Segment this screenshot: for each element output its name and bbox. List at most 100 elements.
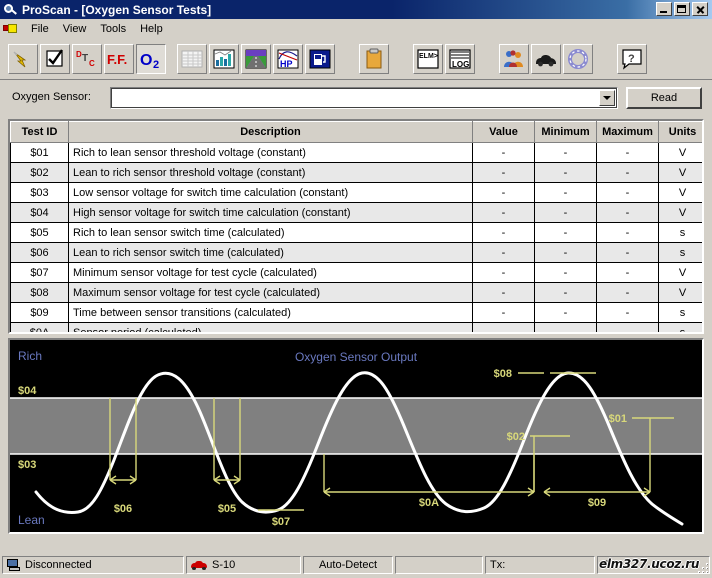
quick-test-button[interactable] <box>8 44 38 74</box>
data-table-button[interactable] <box>177 44 207 74</box>
cell-minimum: - <box>534 282 597 303</box>
cell-description: Sensor period (calculated) <box>68 322 473 332</box>
minimize-button[interactable] <box>656 2 672 16</box>
table-row[interactable]: $03 Low sensor voltage for switch time ca… <box>10 182 702 203</box>
resize-grip-icon[interactable] <box>696 560 710 574</box>
dashboard-road-icon <box>245 49 267 69</box>
cell-value: - <box>472 282 535 303</box>
cell-units: V <box>658 262 702 283</box>
freeze-frame-button[interactable]: F.F. <box>104 44 134 74</box>
menu-item-tools[interactable]: Tools <box>93 21 133 37</box>
table-row[interactable]: $09 Time between sensor transitions (calc… <box>10 302 702 323</box>
clipboard-icon <box>366 48 382 69</box>
cell-units: V <box>658 202 702 223</box>
cell-units: s <box>658 222 702 243</box>
table-row[interactable]: $0A Sensor period (calculated) - - - s <box>10 322 702 332</box>
menu-item-help[interactable]: Help <box>133 21 170 37</box>
table-row[interactable]: $07 Minimum sensor voltage for test cycle… <box>10 262 702 283</box>
elm-terminal-icon: ELM> <box>417 49 439 69</box>
oxygen-sensor-input[interactable] <box>114 91 597 105</box>
status-vehicle-text: S-10 <box>212 559 236 571</box>
cell-value: - <box>472 162 535 183</box>
oxygen-sensor-button[interactable]: O 2 <box>136 44 166 74</box>
column-header-value[interactable]: Value <box>472 121 535 143</box>
table-row[interactable]: $08 Maximum sensor voltage for test cycle… <box>10 282 702 303</box>
dtc-button[interactable]: D T C <box>72 44 102 74</box>
log-button[interactable]: LOG <box>445 44 475 74</box>
column-header-minimum[interactable]: Minimum <box>534 121 597 143</box>
cell-maximum: - <box>596 302 659 323</box>
mdi-window-icon[interactable] <box>3 22 19 36</box>
read-button[interactable]: Read <box>626 87 702 109</box>
oxygen-sensor-output-graph[interactable]: Rich Lean Oxygen Sensor Output $04 $03 $… <box>8 338 704 534</box>
menu-item-view[interactable]: View <box>56 21 94 37</box>
cell-units: V <box>658 182 702 203</box>
table-row[interactable]: $01 Rich to lean sensor threshold voltage… <box>10 142 702 163</box>
table-row[interactable]: $05 Rich to lean sensor switch time (calc… <box>10 222 702 243</box>
cell-units: s <box>658 242 702 263</box>
column-header-description[interactable]: Description <box>68 121 473 143</box>
vehicle-button[interactable] <box>531 44 561 74</box>
annotation-label-09: $09 <box>588 497 606 509</box>
readiness-check-button[interactable] <box>40 44 70 74</box>
table-row[interactable]: $04 High sensor voltage for switch time c… <box>10 202 702 223</box>
help-icon: ? <box>622 49 642 70</box>
status-blank <box>395 556 483 574</box>
cell-units: V <box>658 162 702 183</box>
bar-chart-icon <box>213 49 235 69</box>
elm-terminal-button[interactable]: ELM> <box>413 44 443 74</box>
fuel-economy-button[interactable] <box>305 44 335 74</box>
column-header-maximum[interactable]: Maximum <box>596 121 659 143</box>
freeze-frame-icon: F.F. <box>107 52 127 67</box>
bar-chart-button[interactable] <box>209 44 239 74</box>
graph-lean-label: Lean <box>18 513 45 527</box>
status-connection: Disconnected <box>2 556 184 574</box>
table-header-row: Test ID Description Value Minimum Maximu… <box>10 121 702 143</box>
graph-canvas: Rich Lean Oxygen Sensor Output $04 $03 $… <box>10 340 702 532</box>
table-row[interactable]: $06 Lean to rich sensor switch time (calc… <box>10 242 702 263</box>
cell-units: s <box>658 322 702 332</box>
cell-description: Minimum sensor voltage for test cycle (c… <box>68 262 473 283</box>
column-header-test-id[interactable]: Test ID <box>10 121 69 143</box>
status-bar: Disconnected S-10 Auto-Detect Tx: R elm3… <box>0 554 712 576</box>
maximize-button[interactable] <box>674 2 690 16</box>
settings-gear-icon <box>568 49 588 69</box>
cell-test-id: $01 <box>10 142 69 163</box>
cell-units: V <box>658 282 702 303</box>
menu-item-file[interactable]: File <box>24 21 56 37</box>
cell-description: Rich to lean sensor switch time (calcula… <box>68 222 473 243</box>
users-button[interactable] <box>499 44 529 74</box>
cell-test-id: $07 <box>10 262 69 283</box>
horsepower-button[interactable]: HP <box>273 44 303 74</box>
chevron-down-icon[interactable] <box>599 90 615 106</box>
dashboard-road-button[interactable] <box>241 44 271 74</box>
svg-text:HP: HP <box>280 59 293 69</box>
cell-maximum: - <box>596 162 659 183</box>
cell-units: s <box>658 302 702 323</box>
help-button[interactable]: ? <box>617 44 647 74</box>
cell-maximum: - <box>596 262 659 283</box>
oxygen-sensor-combobox[interactable] <box>110 87 618 109</box>
cell-minimum: - <box>534 262 597 283</box>
settings-gear-button[interactable] <box>563 44 593 74</box>
column-header-units[interactable]: Units <box>658 121 702 143</box>
cell-value: - <box>472 202 535 223</box>
cell-value: - <box>472 222 535 243</box>
svg-text:ELM>: ELM> <box>419 53 438 60</box>
oxygen-sensor-icon: O 2 <box>140 52 159 71</box>
computer-icon <box>7 559 20 571</box>
graph-title: Oxygen Sensor Output <box>295 350 418 364</box>
svg-text:?: ? <box>628 53 635 65</box>
oxygen-sensor-test-table[interactable]: Test ID Description Value Minimum Maximu… <box>8 119 704 334</box>
cell-maximum: - <box>596 222 659 243</box>
cell-test-id: $03 <box>10 182 69 203</box>
cell-minimum: - <box>534 162 597 183</box>
cell-value: - <box>472 302 535 323</box>
clipboard-button[interactable] <box>359 44 389 74</box>
table-row[interactable]: $02 Lean to rich sensor threshold voltage… <box>10 162 702 183</box>
close-button[interactable] <box>692 2 708 16</box>
cell-test-id: $05 <box>10 222 69 243</box>
svg-text:T: T <box>82 53 88 64</box>
cell-units: V <box>658 142 702 163</box>
horsepower-icon: HP <box>277 49 299 69</box>
